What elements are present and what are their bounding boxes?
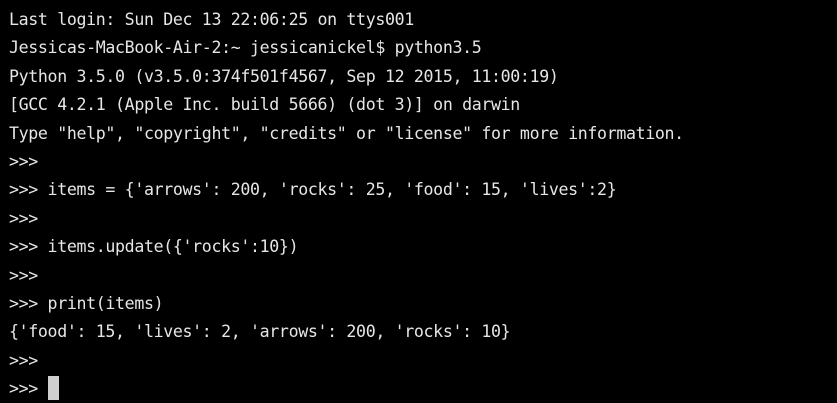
terminal-line-dictionary-output: {'food': 15, 'lives': 2, 'arrows': 200, … — [9, 322, 511, 342]
terminal-line-help-info: Type "help", "copyright", "credits" or "… — [9, 123, 684, 143]
terminal-window[interactable]: Last login: Sun Dec 13 22:06:25 on ttys0… — [0, 0, 837, 401]
terminal-line-items-assignment: >>> items = {'arrows': 200, 'rocks': 25,… — [9, 180, 617, 200]
terminal-line-compiler-info: [GCC 4.2.1 (Apple Inc. build 5666) (dot … — [9, 95, 520, 115]
terminal-line-print-command: >>> print(items) — [9, 293, 164, 313]
terminal-line-login: Last login: Sun Dec 13 22:06:25 on ttys0… — [9, 10, 414, 29]
active-prompt: >>> — [9, 379, 48, 399]
terminal-line-empty-prompt: >>> — [9, 350, 38, 370]
terminal-line-empty-prompt: >>> — [9, 151, 38, 171]
terminal-line-empty-prompt: >>> — [9, 208, 38, 228]
terminal-line-update-command: >>> items.update({'rocks':10}) — [9, 237, 299, 257]
text-cursor — [47, 376, 59, 401]
terminal-line-python-version: Python 3.5.0 (v3.5.0:374f501f4567, Sep 1… — [9, 66, 559, 86]
terminal-line-empty-prompt: >>> — [9, 265, 38, 285]
terminal-line-shell-command: Jessicas-MacBook-Air-2:~ jessicanickel$ … — [9, 38, 482, 58]
terminal-active-input-line[interactable]: >>> — [9, 375, 837, 403]
